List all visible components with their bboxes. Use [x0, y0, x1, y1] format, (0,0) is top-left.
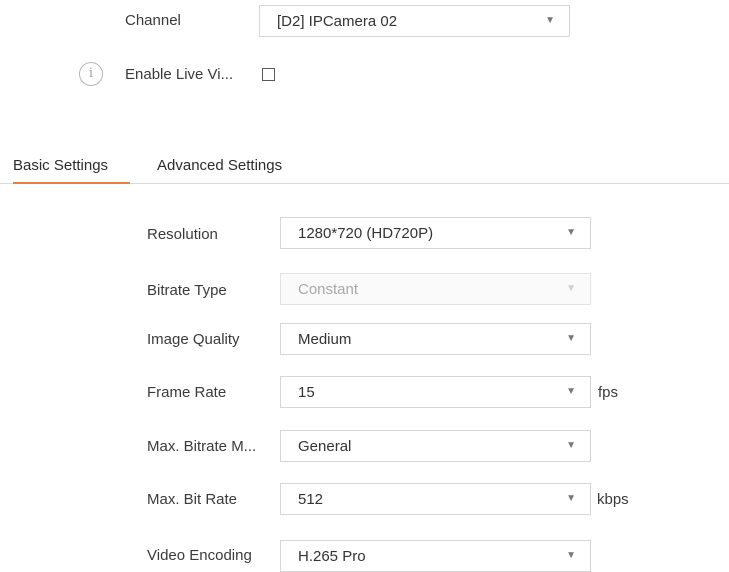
bitrate-type-value: Constant: [298, 281, 359, 298]
chevron-down-icon: ▼: [566, 550, 576, 561]
stream-settings-page: Channel [D2] IPCamera 02 ▼ i Enable Live…: [0, 0, 729, 572]
video-encoding-select[interactable]: H.265 Pro ▼: [280, 540, 591, 572]
chevron-down-icon: ▼: [566, 386, 576, 397]
max-bit-rate-unit: kbps: [597, 491, 629, 508]
image-quality-select[interactable]: Medium ▼: [280, 323, 591, 355]
enable-live-view-checkbox[interactable]: [262, 68, 275, 81]
max-bit-rate-select[interactable]: 512 ▼: [280, 483, 591, 515]
resolution-label: Resolution: [147, 226, 218, 243]
tab-basic-settings[interactable]: Basic Settings: [13, 157, 108, 174]
max-bitrate-mode-select[interactable]: General ▼: [280, 430, 591, 462]
max-bitrate-mode-value: General: [298, 438, 352, 455]
frame-rate-label: Frame Rate: [147, 384, 227, 401]
chevron-down-icon: ▼: [566, 440, 576, 451]
image-quality-label: Image Quality: [147, 331, 240, 348]
chevron-down-icon: ▼: [566, 493, 576, 504]
bitrate-type-select: Constant ▼: [280, 273, 591, 305]
bitrate-type-label: Bitrate Type: [147, 282, 227, 299]
video-encoding-value: H.265 Pro: [298, 548, 366, 565]
max-bitrate-mode-label: Max. Bitrate M...: [147, 438, 257, 455]
chevron-down-icon: ▼: [545, 15, 555, 26]
resolution-select[interactable]: 1280*720 (HD720P) ▼: [280, 217, 591, 249]
max-bit-rate-label: Max. Bit Rate: [147, 491, 238, 508]
enable-live-view-label: Enable Live Vi...: [125, 66, 234, 83]
frame-rate-select[interactable]: 15 ▼: [280, 376, 591, 408]
chevron-down-icon: ▼: [566, 333, 576, 344]
channel-select-value: [D2] IPCamera 02: [277, 13, 398, 30]
channel-select[interactable]: [D2] IPCamera 02 ▼: [259, 5, 570, 37]
info-icon[interactable]: i: [79, 62, 103, 86]
frame-rate-value: 15: [298, 384, 315, 401]
resolution-value: 1280*720 (HD720P): [298, 225, 434, 242]
max-bit-rate-value: 512: [298, 491, 324, 508]
channel-label: Channel: [125, 12, 181, 29]
image-quality-value: Medium: [298, 331, 352, 348]
tab-advanced-settings[interactable]: Advanced Settings: [157, 157, 282, 174]
chevron-down-icon: ▼: [566, 227, 576, 238]
chevron-down-icon: ▼: [566, 283, 576, 294]
video-encoding-label: Video Encoding: [147, 547, 252, 564]
frame-rate-unit: fps: [598, 384, 619, 401]
active-tab-indicator: [13, 182, 130, 184]
